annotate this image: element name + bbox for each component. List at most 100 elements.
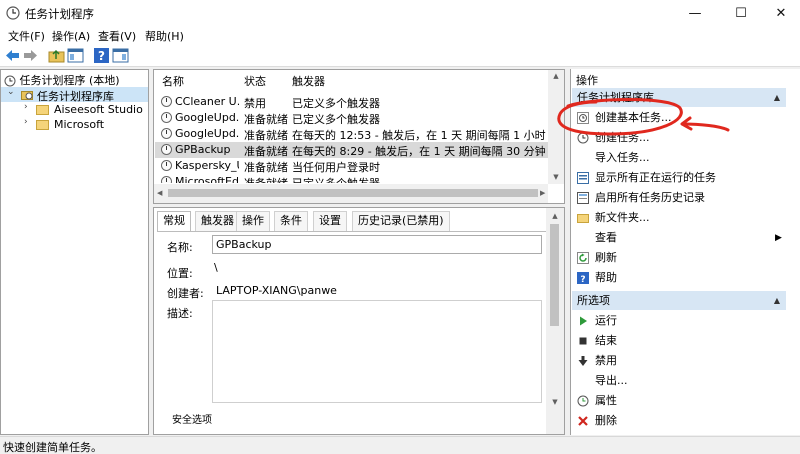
scroll-right-icon[interactable]: ▶ [540, 189, 545, 197]
tab-general[interactable]: 常规 [157, 211, 191, 231]
section-title: 所选项 [577, 294, 610, 307]
column-header-name[interactable]: 名称 [162, 73, 184, 89]
scroll-up-icon[interactable]: ▲ [547, 212, 563, 220]
action-delete[interactable]: 删除 [571, 411, 786, 431]
action-show-running-tasks[interactable]: 显示所有正在运行的任务 [571, 168, 786, 188]
section-task-library[interactable]: 任务计划程序库 ▲ [572, 88, 786, 107]
tab-divider [157, 231, 547, 232]
column-header-status[interactable]: 状态 [244, 73, 266, 89]
help-icon[interactable]: ? [93, 47, 110, 64]
action-properties[interactable]: 属性 [571, 391, 786, 411]
action-view[interactable]: 查看 ▶ [571, 228, 786, 248]
scroll-down-icon[interactable]: ▼ [547, 398, 563, 406]
tab-triggers[interactable]: 触发器 [195, 211, 240, 231]
table-row[interactable]: CCleaner U... 禁用 已定义多个触发器 [155, 94, 551, 110]
action-label: 查看 [595, 231, 617, 244]
action-import-task[interactable]: 导入任务... [571, 148, 786, 168]
list-vertical-scrollbar[interactable]: ▲ ▼ [548, 70, 564, 184]
menu-view[interactable]: 查看(V) [98, 28, 136, 44]
action-label: 导出... [595, 374, 628, 387]
minimize-button[interactable]: — [677, 0, 713, 27]
folder-icon [36, 105, 49, 115]
action-create-task[interactable]: 创建任务... [571, 128, 786, 148]
chevron-down-icon[interactable]: ⌄ [7, 87, 15, 97]
task-list: 名称 状态 触发器 CCleaner U... 禁用 已定义多个触发器 Goog… [153, 69, 565, 204]
folder-icon [36, 120, 49, 130]
action-new-folder[interactable]: 新文件夹... [571, 208, 786, 228]
action-end[interactable]: 结束 [571, 331, 786, 351]
table-row[interactable]: GoogleUpd... 准备就绪 在每天的 12:53 - 触发后，在 1 天… [155, 126, 551, 142]
action-create-basic-task[interactable]: 创建基本任务... [571, 108, 786, 128]
up-folder-icon[interactable] [48, 47, 65, 64]
task-clock-icon [161, 144, 172, 155]
location-value: \ [214, 261, 218, 274]
tab-history[interactable]: 历史记录(已禁用) [352, 211, 450, 231]
action-help[interactable]: ? 帮助 [571, 268, 786, 288]
submenu-arrow-icon: ▶ [775, 233, 782, 243]
console-tree: 任务计划程序 (本地) ⌄ 任务计划程序库 › Aiseesoft Studio… [0, 69, 149, 435]
menu-action[interactable]: 操作(A) [52, 28, 90, 44]
forward-arrow-icon[interactable] [22, 47, 39, 64]
run-icon [580, 316, 587, 326]
tree-item-local[interactable]: 任务计划程序 (本地) [4, 72, 120, 87]
detail-vertical-scrollbar[interactable]: ▲ ▼ [546, 208, 564, 434]
chevron-right-icon[interactable]: › [24, 102, 28, 112]
table-row[interactable]: Kaspersky_U... 准备就绪 当任何用户登录时 [155, 158, 551, 174]
menu-file[interactable]: 文件(F) [8, 28, 45, 44]
table-row-selected[interactable]: GPBackup 准备就绪 在每天的 8:29 - 触发后，在 1 天 期间每隔… [155, 142, 551, 158]
horizontal-scroll-thumb[interactable] [168, 189, 538, 197]
actions-pane: 操作 任务计划程序库 ▲ 创建基本任务... 创建任务... 导入任务... 显… [570, 69, 800, 435]
scroll-up-icon[interactable]: ▲ [548, 72, 564, 80]
description-label: 描述: [167, 307, 193, 320]
action-disable[interactable]: 禁用 [571, 351, 786, 371]
task-trigger: 在每天的 8:29 - 触发后，在 1 天 期间每隔 30 分钟 重复一次 [292, 145, 550, 158]
menu-bar: 文件(F) 操作(A) 查看(V) 帮助(H) [0, 27, 800, 45]
action-export[interactable]: 导出... [571, 371, 786, 391]
running-tasks-icon [577, 172, 589, 184]
task-name: GoogleUpd... [175, 111, 239, 124]
task-name-field[interactable]: GPBackup [212, 235, 542, 254]
tab-conditions[interactable]: 条件 [274, 211, 308, 231]
close-button[interactable]: ✕ [763, 0, 799, 27]
section-selected-item[interactable]: 所选项 ▲ [572, 291, 786, 310]
description-field[interactable] [212, 300, 542, 403]
vertical-scroll-thumb[interactable] [550, 224, 559, 326]
action-label: 删除 [595, 414, 617, 427]
chevron-right-icon[interactable]: › [24, 117, 28, 127]
list-horizontal-scrollbar[interactable]: ◀ ▶ [154, 184, 548, 203]
action-label: 导入任务... [595, 151, 650, 164]
show-hide-action-pane-icon[interactable] [112, 47, 129, 64]
table-row[interactable]: MicrosoftEd... 准备就绪 已定义多个触发器 [155, 174, 551, 183]
action-label: 禁用 [595, 354, 617, 367]
maximize-button[interactable]: ☐ [723, 0, 759, 27]
action-label: 创建任务... [595, 131, 650, 144]
show-hide-console-tree-icon[interactable] [67, 47, 84, 64]
action-refresh[interactable]: 刷新 [571, 248, 786, 268]
tab-actions[interactable]: 操作 [236, 211, 270, 231]
action-label: 属性 [595, 394, 617, 407]
end-icon [579, 337, 587, 345]
action-run[interactable]: 运行 [571, 311, 786, 331]
task-status: 准备就绪 [244, 175, 288, 183]
action-label: 新文件夹... [595, 211, 650, 224]
scroll-left-icon[interactable]: ◀ [157, 189, 162, 197]
location-label: 位置: [167, 267, 193, 280]
properties-icon [577, 395, 589, 407]
collapse-icon[interactable]: ▲ [774, 88, 780, 107]
clock-icon [4, 75, 16, 87]
task-scheduler-app-icon [6, 6, 20, 20]
scroll-down-icon[interactable]: ▼ [548, 173, 564, 181]
title-bar: 任务计划程序 — ☐ ✕ [0, 0, 800, 27]
tree-item-library[interactable]: ⌄ 任务计划程序库 [1, 87, 148, 103]
action-label: 结束 [595, 334, 617, 347]
back-arrow-icon[interactable] [4, 47, 21, 64]
table-row[interactable]: GoogleUpd... 准备就绪 已定义多个触发器 [155, 110, 551, 126]
menu-help[interactable]: 帮助(H) [145, 28, 184, 44]
column-header-trigger[interactable]: 触发器 [292, 73, 325, 89]
collapse-icon[interactable]: ▲ [774, 291, 780, 310]
status-bar: 快速创建简单任务。 [0, 436, 800, 454]
task-status: 准备就绪 [244, 113, 288, 126]
task-status: 准备就绪 [244, 145, 288, 158]
tab-settings[interactable]: 设置 [313, 211, 347, 231]
action-enable-history[interactable]: 启用所有任务历史记录 [571, 188, 786, 208]
